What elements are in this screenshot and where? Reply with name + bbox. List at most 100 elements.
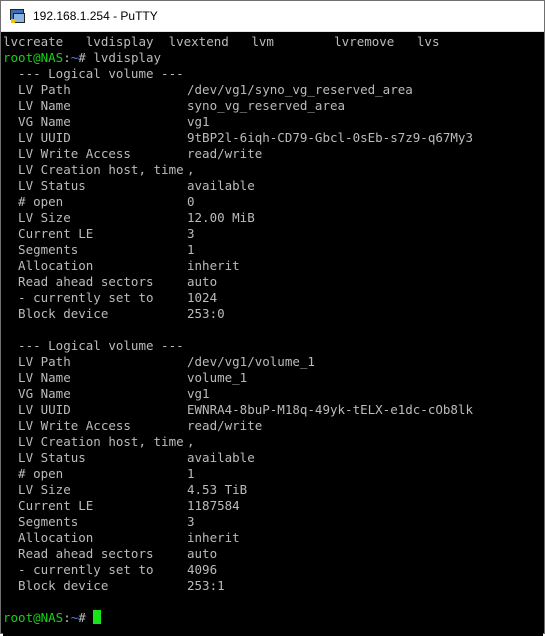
field-row: Read ahead sectors auto [3,274,543,290]
field-value: /dev/vg1/volume_1 [187,354,315,369]
field-value: inherit [187,258,240,273]
field-label: LV Write Access [3,146,131,161]
field-label: LV Creation host, time [3,162,184,177]
field-value: 253:0 [187,306,225,321]
field-row: LV Name syno_vg_reserved_area [3,98,543,114]
field-row: VG Name vg1 [3,114,543,130]
field-label: Block device [3,306,109,321]
field-row: - currently set to 4096 [3,562,543,578]
field-label: Read ahead sectors [3,546,154,561]
field-value: available [187,178,255,193]
field-row: LV Name volume_1 [3,370,543,386]
field-label: LV Write Access [3,418,131,433]
field-label: Allocation [3,258,94,273]
field-row: # open 1 [3,466,543,482]
field-row: Block device 253:1 [3,578,543,594]
field-value: 12.00 MiB [187,210,255,225]
prompt-sep: : [63,50,71,65]
field-label: VG Name [3,114,71,129]
field-value: , [187,162,195,177]
prompt-user-host: root@NAS [3,50,64,65]
field-row: LV Creation host, time, [3,162,543,178]
field-row: LV Size 4.53 TiB [3,482,543,498]
volume-1-fields: LV Path/dev/vg1/syno_vg_reserved_area LV… [3,82,543,322]
title-bar[interactable]: 192.168.1.254 - PuTTY [1,1,544,32]
volume-2-fields: LV Path/dev/vg1/volume_1 LV Name volume_1… [3,354,543,594]
field-label: Read ahead sectors [3,274,154,289]
field-label: Segments [3,242,79,257]
field-value: inherit [187,530,240,545]
prompt-sep: : [63,610,71,625]
field-value: available [187,450,255,465]
field-label: - currently set to [3,562,154,577]
window-title: 192.168.1.254 - PuTTY [33,9,158,23]
field-row: LV Write Access read/write [3,418,543,434]
field-value: 4096 [187,562,218,577]
field-row: Read ahead sectors auto [3,546,543,562]
field-value: read/write [187,146,263,161]
field-value: 1 [187,242,195,257]
field-row: Current LE 3 [3,226,543,242]
field-label: Allocation [3,530,94,545]
field-row: LV UUID 9tBP2l-6iqh-CD79-Gbcl-0sEb-s7z9-q… [3,130,543,146]
field-label: VG Name [3,386,71,401]
field-row: LV Path/dev/vg1/syno_vg_reserved_area [3,82,543,98]
field-value: 1 [187,466,195,481]
field-value: 1024 [187,290,218,305]
field-label: LV Path [3,354,71,369]
field-row: LV Path/dev/vg1/volume_1 [3,354,543,370]
field-value: 3 [187,514,195,529]
field-label: LV Creation host, time [3,434,184,449]
field-label: LV UUID [3,130,71,145]
field-value: 1187584 [187,498,240,513]
field-value: 9tBP2l-6iqh-CD79-Gbcl-0sEb-s7z9-q67My3 [187,130,473,145]
field-label: LV Name [3,370,71,385]
field-row: Current LE 1187584 [3,498,543,514]
field-value: syno_vg_reserved_area [187,98,346,113]
field-value: read/write [187,418,263,433]
field-value: 3 [187,226,195,241]
field-row: LV UUID EWNRA4-8buP-M18q-49yk-tELX-e1dc-c… [3,402,543,418]
field-value: vg1 [187,386,210,401]
field-label: LV Path [3,82,71,97]
field-label: Block device [3,578,109,593]
completion-line: lvcreate lvdisplay lvextend lvm lvremove… [3,34,440,49]
field-label: # open [3,466,64,481]
field-label: LV Name [3,98,71,113]
terminal-output[interactable]: lvcreate lvdisplay lvextend lvm lvremove… [3,32,543,636]
field-label: Segments [3,514,79,529]
field-label: # open [3,194,64,209]
field-row: LV Status available [3,178,543,194]
field-row: LV Size 12.00 MiB [3,210,543,226]
field-label: LV Status [3,178,86,193]
field-label: - currently set to [3,290,154,305]
field-label: LV UUID [3,402,71,417]
putty-icon [9,8,25,24]
field-value: , [187,434,195,449]
field-row: LV Status available [3,450,543,466]
field-label: LV Status [3,450,86,465]
field-row: # open 0 [3,194,543,210]
prompt-symbol: # [78,50,94,65]
field-row: Segments 1 [3,242,543,258]
field-label: Current LE [3,226,94,241]
field-value: volume_1 [187,370,248,385]
field-label: Current LE [3,498,94,513]
active-prompt-line[interactable]: root@NAS:~# [3,610,543,626]
field-value: 4.53 TiB [187,482,248,497]
field-value: auto [187,274,218,289]
field-value: /dev/vg1/syno_vg_reserved_area [187,82,413,97]
volume-header: --- Logical volume --- [3,338,184,353]
field-row: - currently set to 1024 [3,290,543,306]
field-row: Segments 3 [3,514,543,530]
field-label: LV Size [3,210,71,225]
field-value: 253:1 [187,578,225,593]
field-row: VG Name vg1 [3,386,543,402]
command-text: lvdisplay [93,50,162,65]
prompt-symbol: # [78,610,94,625]
field-row: LV Write Access read/write [3,146,543,162]
field-row: LV Creation host, time, [3,434,543,450]
command-line: root@NAS:~# lvdisplay [3,50,543,66]
